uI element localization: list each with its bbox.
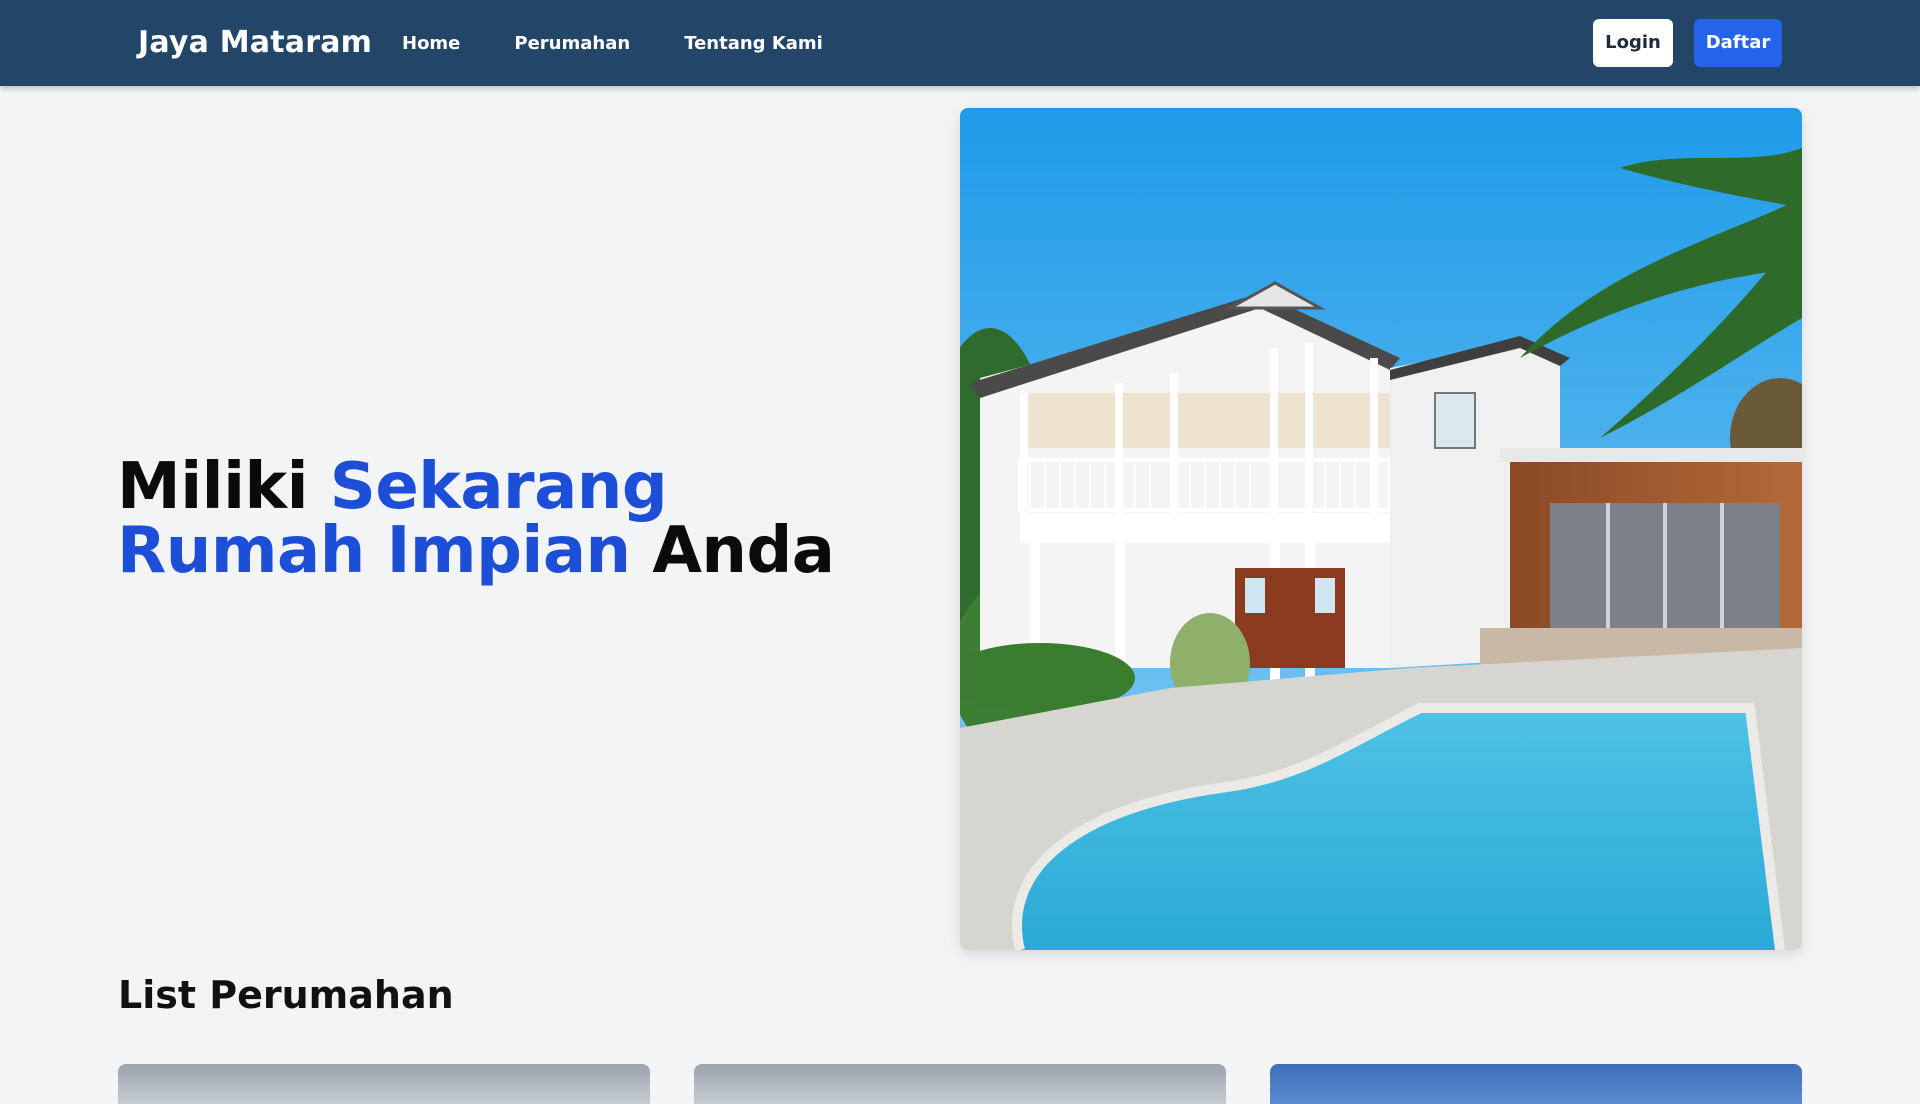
nav-home-link[interactable]: Home: [402, 32, 460, 56]
property-card[interactable]: [694, 1064, 1226, 1104]
hero-title: Miliki Sekarang Rumah Impian Anda: [117, 455, 877, 583]
hero-house-image: [960, 108, 1802, 950]
hero-title-part2: Anda: [630, 514, 835, 588]
hero-title-part1: Miliki: [117, 450, 330, 524]
property-card[interactable]: [1270, 1064, 1802, 1104]
brand-logo-text[interactable]: Jaya Mataram: [138, 26, 372, 60]
house-with-pool-illustration: [960, 108, 1802, 950]
register-button[interactable]: Daftar: [1694, 19, 1782, 67]
login-button[interactable]: Login: [1593, 19, 1673, 67]
nav-perumahan-link[interactable]: Perumahan: [514, 32, 630, 56]
nav-tentang-kami-link[interactable]: Tentang Kami: [684, 32, 823, 56]
main-nav: Home Perumahan Tentang Kami: [402, 32, 877, 56]
property-card[interactable]: [118, 1064, 650, 1104]
listing-section-title: List Perumahan: [118, 973, 454, 1017]
top-navbar: Jaya Mataram Home Perumahan Tentang Kami…: [0, 0, 1920, 86]
